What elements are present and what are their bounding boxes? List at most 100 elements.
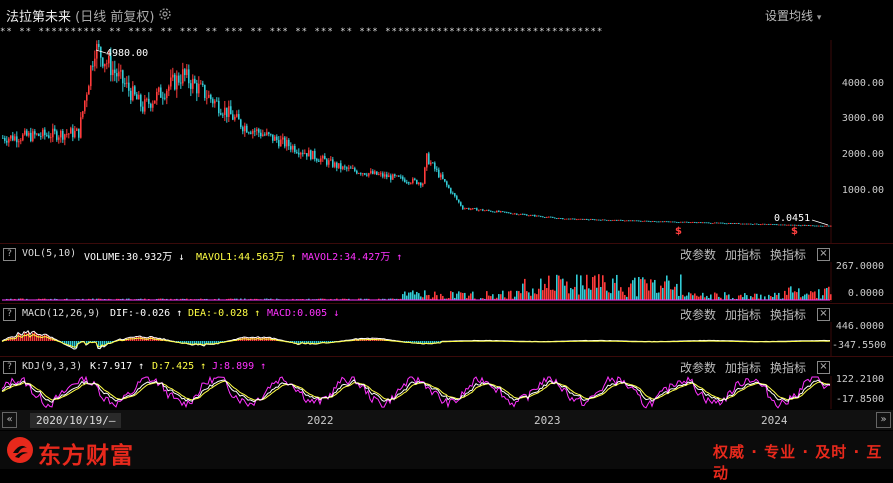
candle-body: [738, 223, 740, 224]
candle-body: [158, 87, 160, 91]
vol-y-tick: 267.0000: [832, 261, 884, 272]
candle-body: [758, 224, 760, 225]
candle-body: [312, 151, 314, 159]
candle-body: [234, 117, 236, 120]
candle-body: [368, 173, 370, 176]
volume-bar: [616, 275, 618, 300]
candle-body: [624, 221, 626, 222]
volume-bar: [488, 296, 490, 300]
candle-body: [490, 211, 492, 212]
add-indicator-button[interactable]: 加指标: [725, 359, 761, 376]
candle-body: [240, 120, 242, 128]
candle-body: [78, 129, 80, 138]
candle-body: [690, 222, 692, 223]
stock-title: 法拉第未来 (日线 前复权): [6, 6, 154, 25]
candle-body: [390, 175, 392, 179]
candle-body: [712, 223, 714, 224]
candle-body: [640, 221, 642, 222]
candle-body: [288, 140, 290, 146]
add-indicator-button[interactable]: 加指标: [725, 246, 761, 263]
scroll-left-icon[interactable]: «: [2, 412, 17, 428]
macd-chart[interactable]: [0, 322, 893, 357]
candle-body: [198, 84, 200, 94]
close-icon[interactable]: ×: [817, 248, 830, 261]
help-icon[interactable]: ?: [3, 248, 16, 261]
volume-bar: [716, 294, 718, 300]
volume-bar: [756, 294, 758, 300]
change-params-button[interactable]: 改参数: [680, 359, 716, 376]
candle-body: [350, 168, 352, 169]
volume-bar: [490, 296, 492, 300]
vol-panel-header: ? VOL(5,10) VOLUME:30.932万 ↓ MAVOL1:44.5…: [0, 246, 893, 263]
candle-body: [6, 141, 8, 143]
close-icon[interactable]: ×: [817, 361, 830, 374]
candle-body: [506, 212, 508, 213]
candle-body: [694, 222, 696, 223]
volume-bar: [518, 291, 520, 300]
price-y-tick: 2000.00: [832, 149, 884, 160]
volume-bar: [418, 293, 420, 300]
candle-body: [402, 177, 404, 180]
volume-bar: [612, 279, 614, 300]
candle-body: [708, 223, 710, 224]
volume-bar: [810, 291, 812, 300]
macd-name: MACD(12,26,9): [22, 308, 100, 319]
candle-body: [122, 70, 124, 83]
candle-body: [576, 219, 578, 220]
candle-body: [274, 137, 276, 141]
candle-body: [298, 153, 300, 155]
switch-indicator-button[interactable]: 换指标: [770, 306, 806, 323]
candle-body: [620, 220, 622, 221]
candle-body: [718, 223, 720, 224]
volume-bar: [596, 288, 598, 300]
timeline-scrollbar[interactable]: [0, 410, 893, 430]
candle-body: [264, 134, 266, 135]
volume-bar: [750, 296, 752, 300]
candle-body: [710, 223, 712, 224]
candle-body: [686, 222, 688, 223]
volume-bar: [674, 287, 676, 300]
candle-body: [730, 223, 732, 224]
candle-body: [578, 219, 580, 220]
volume-bar: [502, 291, 504, 300]
candle-body: [462, 206, 464, 209]
candle-body: [754, 224, 756, 225]
candle-body: [688, 222, 690, 223]
change-params-button[interactable]: 改参数: [680, 246, 716, 263]
candle-body: [492, 212, 494, 213]
macd-histogram-bar: [20, 335, 21, 341]
candle-body: [744, 224, 746, 225]
candle-body: [558, 218, 560, 219]
candle-body: [500, 211, 502, 212]
switch-indicator-button[interactable]: 换指标: [770, 246, 806, 263]
macd-y-tick: -347.5500: [832, 340, 884, 351]
gear-icon[interactable]: [158, 7, 172, 21]
brand-name: 东方财富: [38, 436, 134, 470]
close-icon[interactable]: ×: [817, 308, 830, 321]
candle-body: [30, 133, 32, 141]
volume-bar: [420, 296, 422, 300]
candle-body: [300, 153, 302, 155]
candle-body: [374, 171, 376, 173]
switch-indicator-button[interactable]: 换指标: [770, 359, 806, 376]
candle-body: [594, 219, 596, 220]
kdj-chart[interactable]: [0, 376, 893, 409]
volume-bar: [806, 294, 808, 300]
price-chart[interactable]: [0, 40, 893, 243]
candle-body: [460, 202, 462, 206]
candle-body: [580, 219, 582, 220]
candle-body: [646, 221, 648, 222]
candle-body: [346, 167, 348, 168]
scroll-right-icon[interactable]: »: [876, 412, 891, 428]
help-icon[interactable]: ?: [3, 361, 16, 374]
candle-body: [40, 136, 42, 137]
help-icon[interactable]: ?: [3, 308, 16, 321]
k-value: K:7.917 ↑: [90, 361, 144, 372]
add-indicator-button[interactable]: 加指标: [725, 306, 761, 323]
change-params-button[interactable]: 改参数: [680, 306, 716, 323]
volume-bar: [604, 282, 606, 300]
volume-bar: [440, 294, 442, 300]
candle-body: [28, 133, 30, 136]
set-ma-button[interactable]: 设置均线 ▾: [765, 7, 821, 24]
volume-chart[interactable]: [0, 262, 893, 302]
